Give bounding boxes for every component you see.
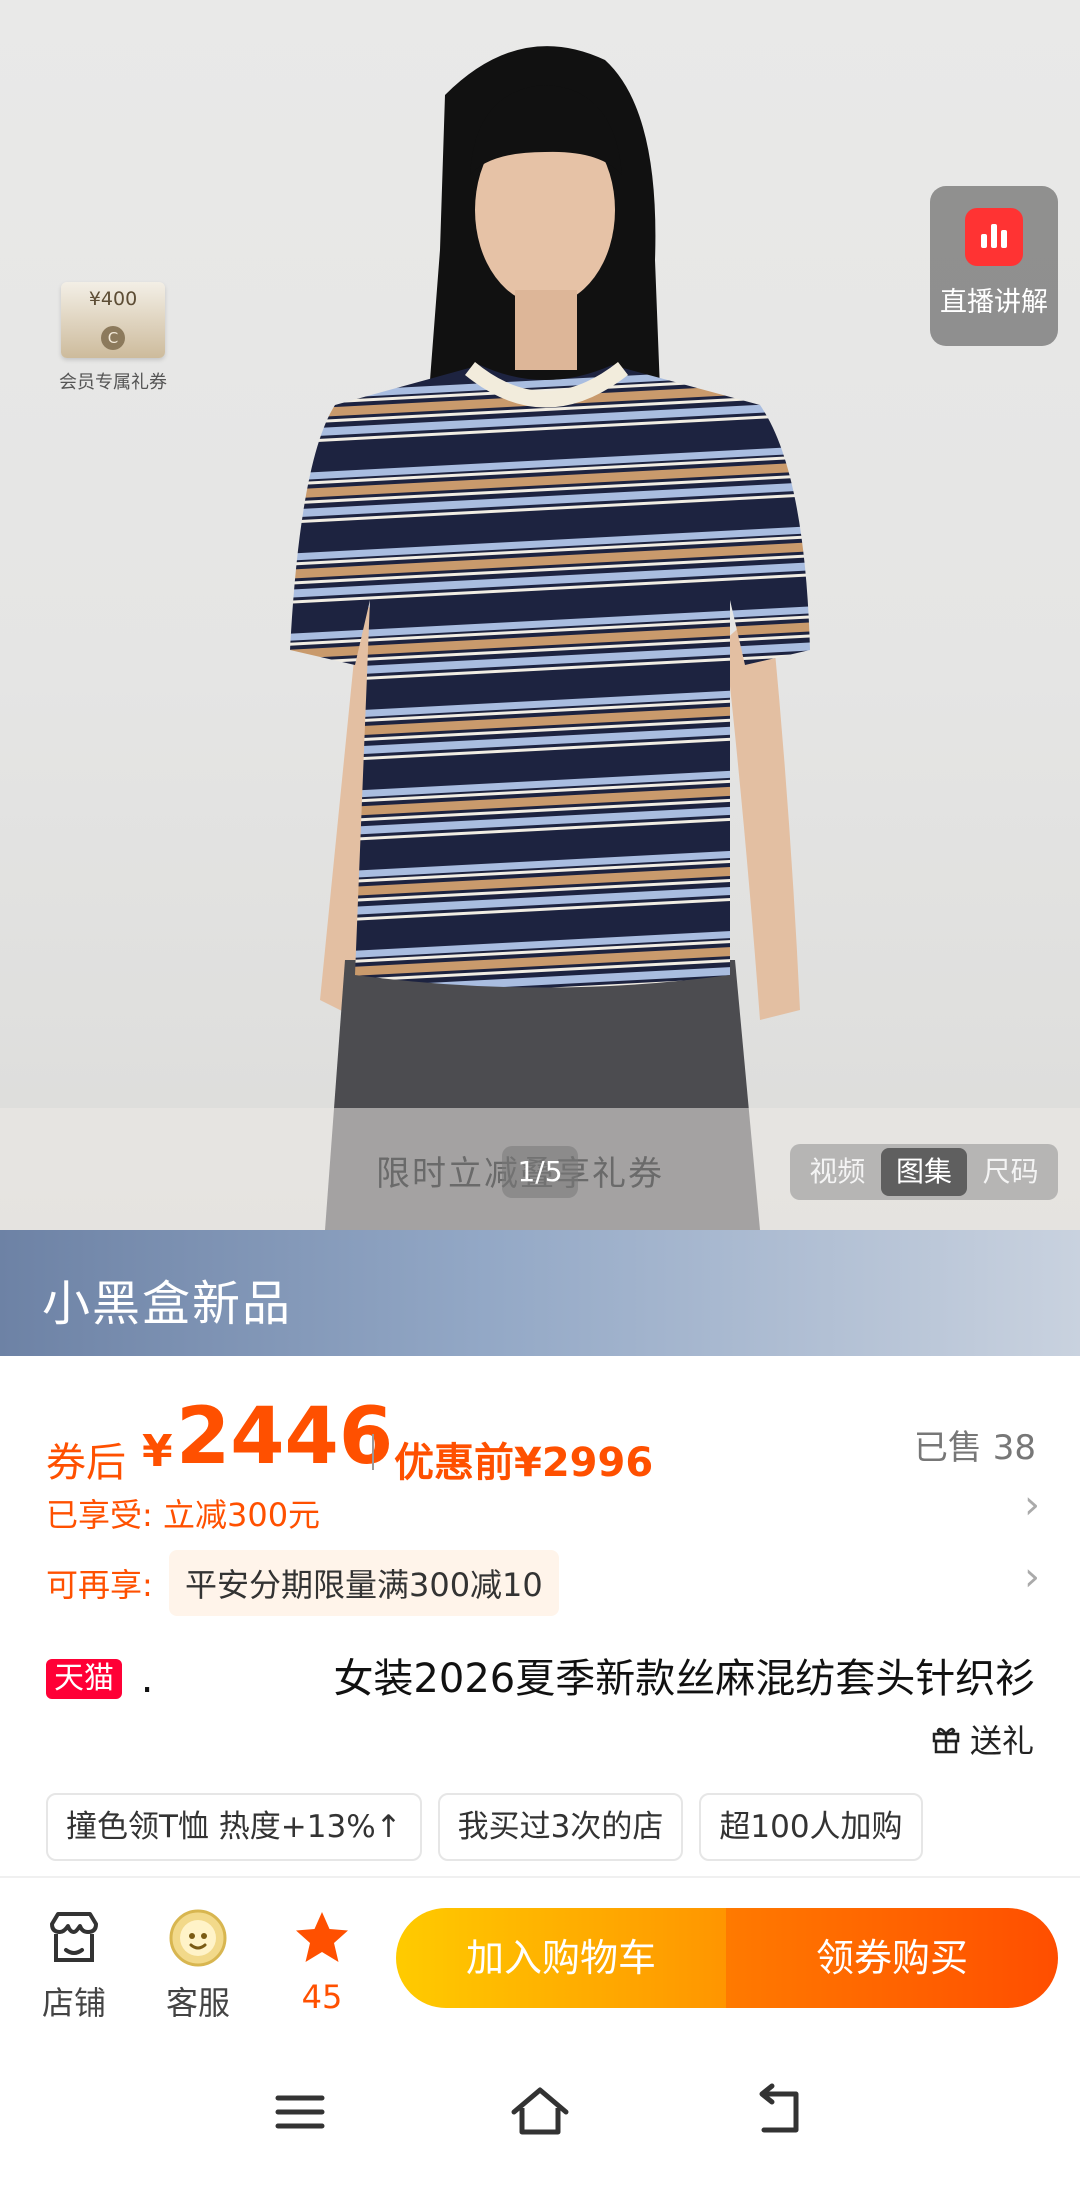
store-icon <box>42 1906 106 1970</box>
favorite-count: 45 <box>301 1978 343 2016</box>
product-title: 天猫 . 女装2026夏季新款丝麻混纺套头针织衫 <box>46 1648 1036 1710</box>
coupon-buy-button[interactable]: 领券购买 <box>726 1908 1058 2008</box>
live-explain-label: 直播讲解 <box>940 287 1048 318</box>
live-explain-button[interactable]: 直播讲解 <box>930 186 1058 346</box>
after-coupon-label: 券后 <box>46 1440 126 1486</box>
voucher-seal: C <box>101 326 125 350</box>
live-bars-icon <box>965 208 1023 266</box>
system-navigation-bar <box>0 2036 1080 2188</box>
tag-hot-tshirt[interactable]: 撞色领T恤 热度+13%↑ <box>46 1793 422 1861</box>
purchase-buttons: 加入购物车 领券购买 <box>396 1908 1058 2008</box>
more-label: 可再享: <box>46 1566 153 1604</box>
banner-text: 小黑盒新品 <box>42 1276 293 1332</box>
star-icon <box>290 1906 354 1970</box>
customer-service-button[interactable]: 客服 <box>148 1906 248 2024</box>
tab-gallery[interactable]: 图集 <box>880 1148 968 1196</box>
customer-service-icon <box>166 1906 230 1970</box>
back-icon[interactable] <box>740 2082 820 2142</box>
original-price: 优惠前¥2996 <box>394 1440 654 1486</box>
voucher-envelope-icon: ¥400 C <box>61 282 165 358</box>
product-title-text: 女装2026夏季新款丝麻混纺套头针织衫 <box>333 1656 1036 1702</box>
more-benefit[interactable]: 可再享: 平安分期限量满300减10 <box>46 1550 559 1616</box>
media-tabs: 视频 图集 尺码 <box>790 1144 1058 1200</box>
image-counter: 1/5 <box>502 1146 578 1198</box>
new-arrival-banner[interactable]: 小黑盒新品 <box>0 1230 1080 1356</box>
price-divider <box>372 1434 374 1470</box>
more-benefit-chip: 平安分期限量满300减10 <box>168 1550 559 1616</box>
favorite-button[interactable]: 45 <box>272 1906 372 2016</box>
price-amount: 2446 <box>176 1392 394 1482</box>
title-prefix: . <box>140 1656 154 1702</box>
product-photo <box>290 46 810 1230</box>
store-label: 店铺 <box>41 1984 106 2022</box>
tag-added-to-cart[interactable]: 超100人加购 <box>699 1793 923 1861</box>
send-gift-button[interactable]: 送礼 <box>930 1716 1034 1762</box>
tmall-badge: 天猫 <box>46 1659 122 1699</box>
home-icon[interactable] <box>500 2082 580 2142</box>
add-to-cart-button[interactable]: 加入购物车 <box>396 1908 726 2008</box>
enjoyed-label: 已享受: <box>46 1496 153 1534</box>
store-button[interactable]: 店铺 <box>24 1906 124 2024</box>
gift-icon <box>932 1727 960 1754</box>
product-page: ¥400 C 会员专属礼券 直播讲解 限时立减叠享礼券 1/5 视频 图集 尺码 <box>0 0 1080 2188</box>
voucher-caption: 会员专属礼券 <box>59 372 167 393</box>
product-info: 券后 ¥ 2446 优惠前¥2996 已售 38 已享受: 立减300元 › 可… <box>0 1356 1080 1876</box>
enjoyed-benefit[interactable]: 已享受: 立减300元 <box>46 1490 320 1536</box>
bottom-action-bar: 店铺 客服 45 加入购物车 领券购买 <box>0 1876 1080 2036</box>
voucher-amount: ¥400 <box>88 288 138 310</box>
sold-count: 已售 38 <box>913 1428 1036 1468</box>
chevron-right-icon[interactable]: › <box>1024 1482 1040 1528</box>
product-tags: 撞色领T恤 热度+13%↑ 我买过3次的店 超100人加购 <box>46 1793 923 1861</box>
product-image-gallery[interactable]: ¥400 C 会员专属礼券 直播讲解 限时立减叠享礼券 1/5 视频 图集 尺码 <box>0 0 1080 1230</box>
chevron-right-icon[interactable]: › <box>1024 1554 1040 1600</box>
customer-service-label: 客服 <box>165 1984 230 2022</box>
member-voucher[interactable]: ¥400 C 会员专属礼券 <box>48 282 178 394</box>
tab-video[interactable]: 视频 <box>794 1148 881 1196</box>
tab-size[interactable]: 尺码 <box>967 1148 1054 1196</box>
menu-icon[interactable] <box>260 2082 340 2142</box>
gallery-bottom-bar: 限时立减叠享礼券 1/5 视频 图集 尺码 <box>0 1108 1080 1230</box>
enjoyed-value: 立减300元 <box>162 1496 321 1534</box>
gift-label: 送礼 <box>969 1722 1034 1760</box>
tag-repeat-store[interactable]: 我买过3次的店 <box>437 1793 684 1861</box>
currency-symbol: ¥ <box>142 1426 173 1477</box>
